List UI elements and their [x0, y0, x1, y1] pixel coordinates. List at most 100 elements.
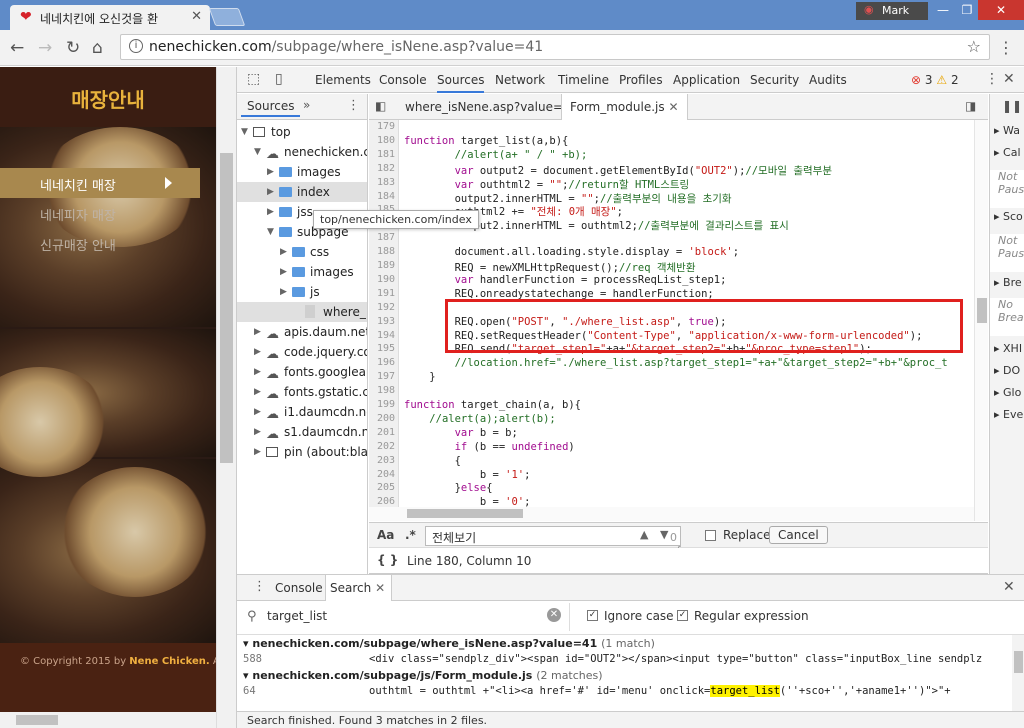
navigator-menu-icon[interactable]: ⋮: [347, 98, 360, 113]
code-line[interactable]: output2.innerHTML = "";//출력부분의 내용을 초기화: [404, 191, 732, 206]
tree-item[interactable]: ▶☁fonts.gstatic.com: [237, 382, 367, 402]
cancel-button[interactable]: Cancel: [769, 526, 828, 544]
collapsed-arrow-icon[interactable]: ▶: [254, 422, 261, 442]
match-case-toggle[interactable]: Aa: [377, 528, 394, 542]
line-number[interactable]: 182: [369, 163, 395, 174]
debugger-section-header[interactable]: ▸ XHI: [990, 342, 1024, 362]
clear-search-icon[interactable]: ✕: [547, 608, 561, 622]
line-number[interactable]: 204: [369, 469, 395, 480]
collapsed-arrow-icon[interactable]: ▶: [254, 322, 261, 342]
line-number[interactable]: 184: [369, 191, 395, 202]
code-line[interactable]: if (b == undefined): [404, 441, 575, 453]
debugger-section-header[interactable]: ▸ DO: [990, 364, 1024, 384]
drawer-tab-search[interactable]: Search ✕: [325, 575, 393, 601]
line-number[interactable]: 199: [369, 399, 395, 410]
back-arrow-icon[interactable]: ←: [10, 38, 24, 58]
code-line[interactable]: }: [404, 371, 435, 383]
code-line[interactable]: var b = b;: [404, 427, 518, 439]
scrollbar-thumb[interactable]: [407, 509, 523, 518]
expanded-arrow-icon[interactable]: ▼: [254, 142, 261, 162]
editor-tab-form-module[interactable]: Form_module.js ✕: [561, 94, 688, 120]
devtools-tab-network[interactable]: Network: [495, 67, 545, 93]
tree-item[interactable]: ▶ images: [237, 162, 367, 182]
site-nav-item-new-store[interactable]: 신규매장 안내: [0, 228, 200, 258]
collapsed-arrow-icon[interactable]: ▶: [254, 402, 261, 422]
devtools-tab-elements[interactable]: Elements: [315, 67, 371, 93]
collapsed-arrow-icon[interactable]: ▶: [280, 282, 287, 302]
expanded-arrow-icon[interactable]: ▼: [267, 222, 274, 242]
tree-item[interactable]: ▶☁code.jquery.com: [237, 342, 367, 362]
forward-arrow-icon[interactable]: →: [38, 38, 52, 58]
drawer-tab-console[interactable]: Console: [275, 581, 323, 595]
browser-menu-icon[interactable]: ⋮: [998, 38, 1014, 57]
regex-toggle[interactable]: .*: [405, 528, 416, 542]
line-number[interactable]: 202: [369, 441, 395, 452]
site-nav-item-pizza-store[interactable]: 네네피자 매장: [0, 198, 200, 228]
home-icon[interactable]: ⌂: [92, 38, 103, 58]
devtools-tab-console[interactable]: Console: [379, 67, 427, 93]
site-vertical-scrollbar[interactable]: [216, 67, 236, 728]
address-bar[interactable]: i nenechicken.com/subpage/where_isNene.a…: [120, 34, 990, 60]
close-tab-icon[interactable]: ✕: [191, 9, 202, 24]
code-line[interactable]: //alert(a);alert(b);: [404, 413, 555, 425]
collapsed-arrow-icon[interactable]: ▶: [254, 362, 261, 382]
collapsed-arrow-icon[interactable]: ▶: [280, 242, 287, 262]
new-tab-button[interactable]: [208, 8, 246, 26]
line-number[interactable]: 180: [369, 135, 395, 146]
bookmark-star-icon[interactable]: ☆: [967, 37, 981, 56]
tree-item[interactable]: ▶ images: [237, 262, 367, 282]
line-number[interactable]: 183: [369, 177, 395, 188]
line-number[interactable]: 181: [369, 149, 395, 160]
line-number[interactable]: 190: [369, 274, 395, 285]
code-line[interactable]: b = '1';: [404, 469, 531, 481]
error-warning-counter[interactable]: ⊗ 3 ⚠ 2: [911, 73, 959, 87]
tree-item[interactable]: ▼☁nenechicken.com: [237, 142, 367, 162]
search-query-input[interactable]: target_list: [267, 609, 327, 623]
navigator-tab-sources[interactable]: Sources: [241, 97, 301, 117]
code-line[interactable]: document.all.loading.style.display = 'bl…: [404, 246, 740, 258]
find-prev-icon[interactable]: ▲: [640, 528, 648, 541]
tree-item[interactable]: ▶☁s1.daumcdn.net: [237, 422, 367, 442]
collapsed-arrow-icon[interactable]: ▶: [267, 162, 274, 182]
ignore-case-checkbox[interactable]: ✓: [587, 610, 598, 621]
devtools-tab-sources[interactable]: Sources: [437, 67, 485, 93]
line-number[interactable]: 193: [369, 316, 395, 327]
tree-item[interactable]: where_isNene.asp?value=41: [237, 302, 367, 322]
devtools-tab-profiles[interactable]: Profiles: [619, 67, 663, 93]
line-number[interactable]: 203: [369, 455, 395, 466]
tree-item[interactable]: ▼ top: [237, 122, 367, 142]
line-number-gutter[interactable]: 1791801811821831841851861871881891901911…: [369, 120, 399, 521]
tree-item[interactable]: ▶ pin (about:blank): [237, 442, 367, 462]
debugger-section-header[interactable]: ▸ Wa: [990, 124, 1024, 144]
result-file-header[interactable]: ▾ nenechicken.com/subpage/where_isNene.a…: [243, 637, 655, 650]
line-number[interactable]: 188: [369, 246, 395, 257]
devtools-tab-audits[interactable]: Audits: [809, 67, 847, 93]
line-number[interactable]: 200: [369, 413, 395, 424]
code-line[interactable]: {: [404, 455, 461, 467]
find-next-icon[interactable]: ▼: [660, 528, 668, 541]
scrollbar-thumb[interactable]: [977, 298, 987, 323]
line-number[interactable]: 195: [369, 343, 395, 354]
line-number[interactable]: 205: [369, 482, 395, 493]
line-number[interactable]: 192: [369, 302, 395, 313]
devtools-tab-timeline[interactable]: Timeline: [558, 67, 609, 93]
browser-tab[interactable]: ❤ 네네치킨에 오신것을 환 ✕: [10, 5, 210, 30]
code-line[interactable]: }else{: [404, 482, 493, 494]
code-line[interactable]: var output2 = document.getElementById("O…: [404, 163, 832, 178]
regex-checkbox[interactable]: ✓: [677, 610, 688, 621]
code-line[interactable]: var outhtml2 = "";//return할 HTML스트링: [404, 177, 690, 192]
tree-item[interactable]: ▶ ☁ apis.daum.net: [237, 322, 367, 342]
devtools-menu-icon[interactable]: ⋮: [985, 71, 999, 87]
line-number[interactable]: 179: [369, 121, 395, 132]
code-line[interactable]: REQ = newXMLHttpRequest();//req 객체반환: [404, 260, 696, 275]
device-toolbar-icon[interactable]: ▯: [275, 71, 283, 87]
line-number[interactable]: 206: [369, 496, 395, 507]
code-line[interactable]: var handlerFunction = processReqList_ste…: [404, 274, 727, 286]
close-tab-icon[interactable]: ✕: [375, 581, 385, 595]
collapsed-arrow-icon[interactable]: ▶: [267, 202, 274, 222]
info-icon[interactable]: i: [129, 39, 143, 53]
code-line[interactable]: //alert(a+ " / " +b);: [404, 149, 588, 161]
code-line[interactable]: function target_list(a,b){: [404, 135, 568, 147]
debugger-section-header[interactable]: ▸ Sco: [990, 210, 1024, 230]
reload-icon[interactable]: ↻: [66, 38, 80, 58]
